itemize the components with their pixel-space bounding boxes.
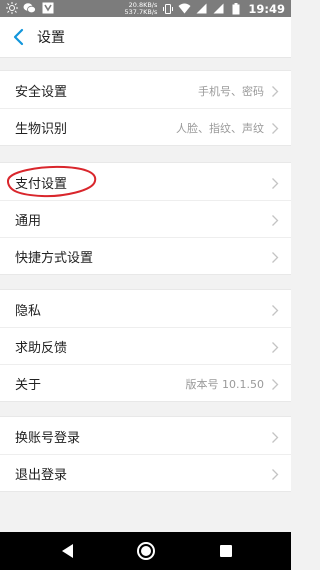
settings-group-account-actions: 换账号登录 退出登录: [0, 416, 291, 492]
recents-square-icon[interactable]: [216, 541, 236, 561]
settings-group-about: 隐私 求助反馈 关于 版本号 10.1.50: [0, 289, 291, 402]
row-label: 求助反馈: [15, 341, 68, 356]
row-label: 退出登录: [15, 468, 68, 483]
chevron-right-icon: [271, 249, 279, 263]
app-icon: [41, 1, 54, 14]
settings-group-account: 安全设置 手机号、密码 生物识别 人脸、指纹、声纹: [0, 70, 291, 146]
signal-icon: [195, 2, 208, 15]
chevron-right-icon: [271, 120, 279, 134]
app-header: 设置: [0, 17, 291, 58]
settings-row-shortcuts[interactable]: 快捷方式设置: [0, 237, 291, 274]
chevron-right-icon: [271, 212, 279, 226]
home-circle-icon[interactable]: [136, 541, 156, 561]
network-speed: 20.8KB/s 537.7KB/s: [124, 1, 158, 16]
vibrate-icon: [161, 2, 174, 15]
brightness-icon: [5, 1, 18, 14]
row-value: 版本号 10.1.50: [185, 378, 264, 391]
row-label: 生物识别: [15, 122, 68, 137]
row-label: 换账号登录: [15, 431, 81, 446]
settings-row-about[interactable]: 关于 版本号 10.1.50: [0, 364, 291, 401]
clock: 19:49: [248, 1, 285, 16]
chevron-right-icon: [271, 339, 279, 353]
page-title: 设置: [37, 30, 65, 46]
download-speed: 537.7KB/s: [124, 7, 158, 16]
settings-row-security[interactable]: 安全设置 手机号、密码: [0, 71, 291, 108]
chevron-right-icon: [271, 83, 279, 97]
back-triangle-icon[interactable]: [58, 541, 78, 561]
battery-icon: [229, 2, 242, 15]
settings-row-payment[interactable]: 支付设置: [0, 163, 291, 200]
chevron-right-icon: [271, 175, 279, 189]
chevron-right-icon: [271, 429, 279, 443]
settings-row-general[interactable]: 通用: [0, 200, 291, 237]
system-nav-bar: [0, 532, 291, 570]
chevron-right-icon: [271, 466, 279, 480]
settings-row-switch-account[interactable]: 换账号登录: [0, 417, 291, 454]
row-label: 快捷方式设置: [15, 251, 94, 266]
settings-row-feedback[interactable]: 求助反馈: [0, 327, 291, 364]
settings-row-privacy[interactable]: 隐私: [0, 290, 291, 327]
row-label: 安全设置: [15, 85, 68, 100]
row-value: 手机号、密码: [198, 85, 264, 98]
chevron-right-icon: [271, 376, 279, 390]
row-value: 人脸、指纹、声纹: [176, 122, 264, 135]
status-bar: 20.8KB/s 537.7KB/s 19:49: [0, 0, 291, 17]
row-label: 通用: [15, 214, 42, 229]
signal-icon-2: [212, 2, 225, 15]
row-label: 隐私: [15, 304, 42, 319]
settings-row-logout[interactable]: 退出登录: [0, 454, 291, 491]
wechat-icon: [23, 1, 36, 14]
settings-group-general: 支付设置 通用 快捷方式设置: [0, 162, 291, 275]
settings-row-biometrics[interactable]: 生物识别 人脸、指纹、声纹: [0, 108, 291, 145]
wifi-icon: [178, 2, 191, 15]
chevron-right-icon: [271, 302, 279, 316]
row-label: 支付设置: [15, 177, 68, 192]
back-arrow-icon[interactable]: [9, 26, 29, 48]
row-label: 关于: [15, 378, 42, 393]
